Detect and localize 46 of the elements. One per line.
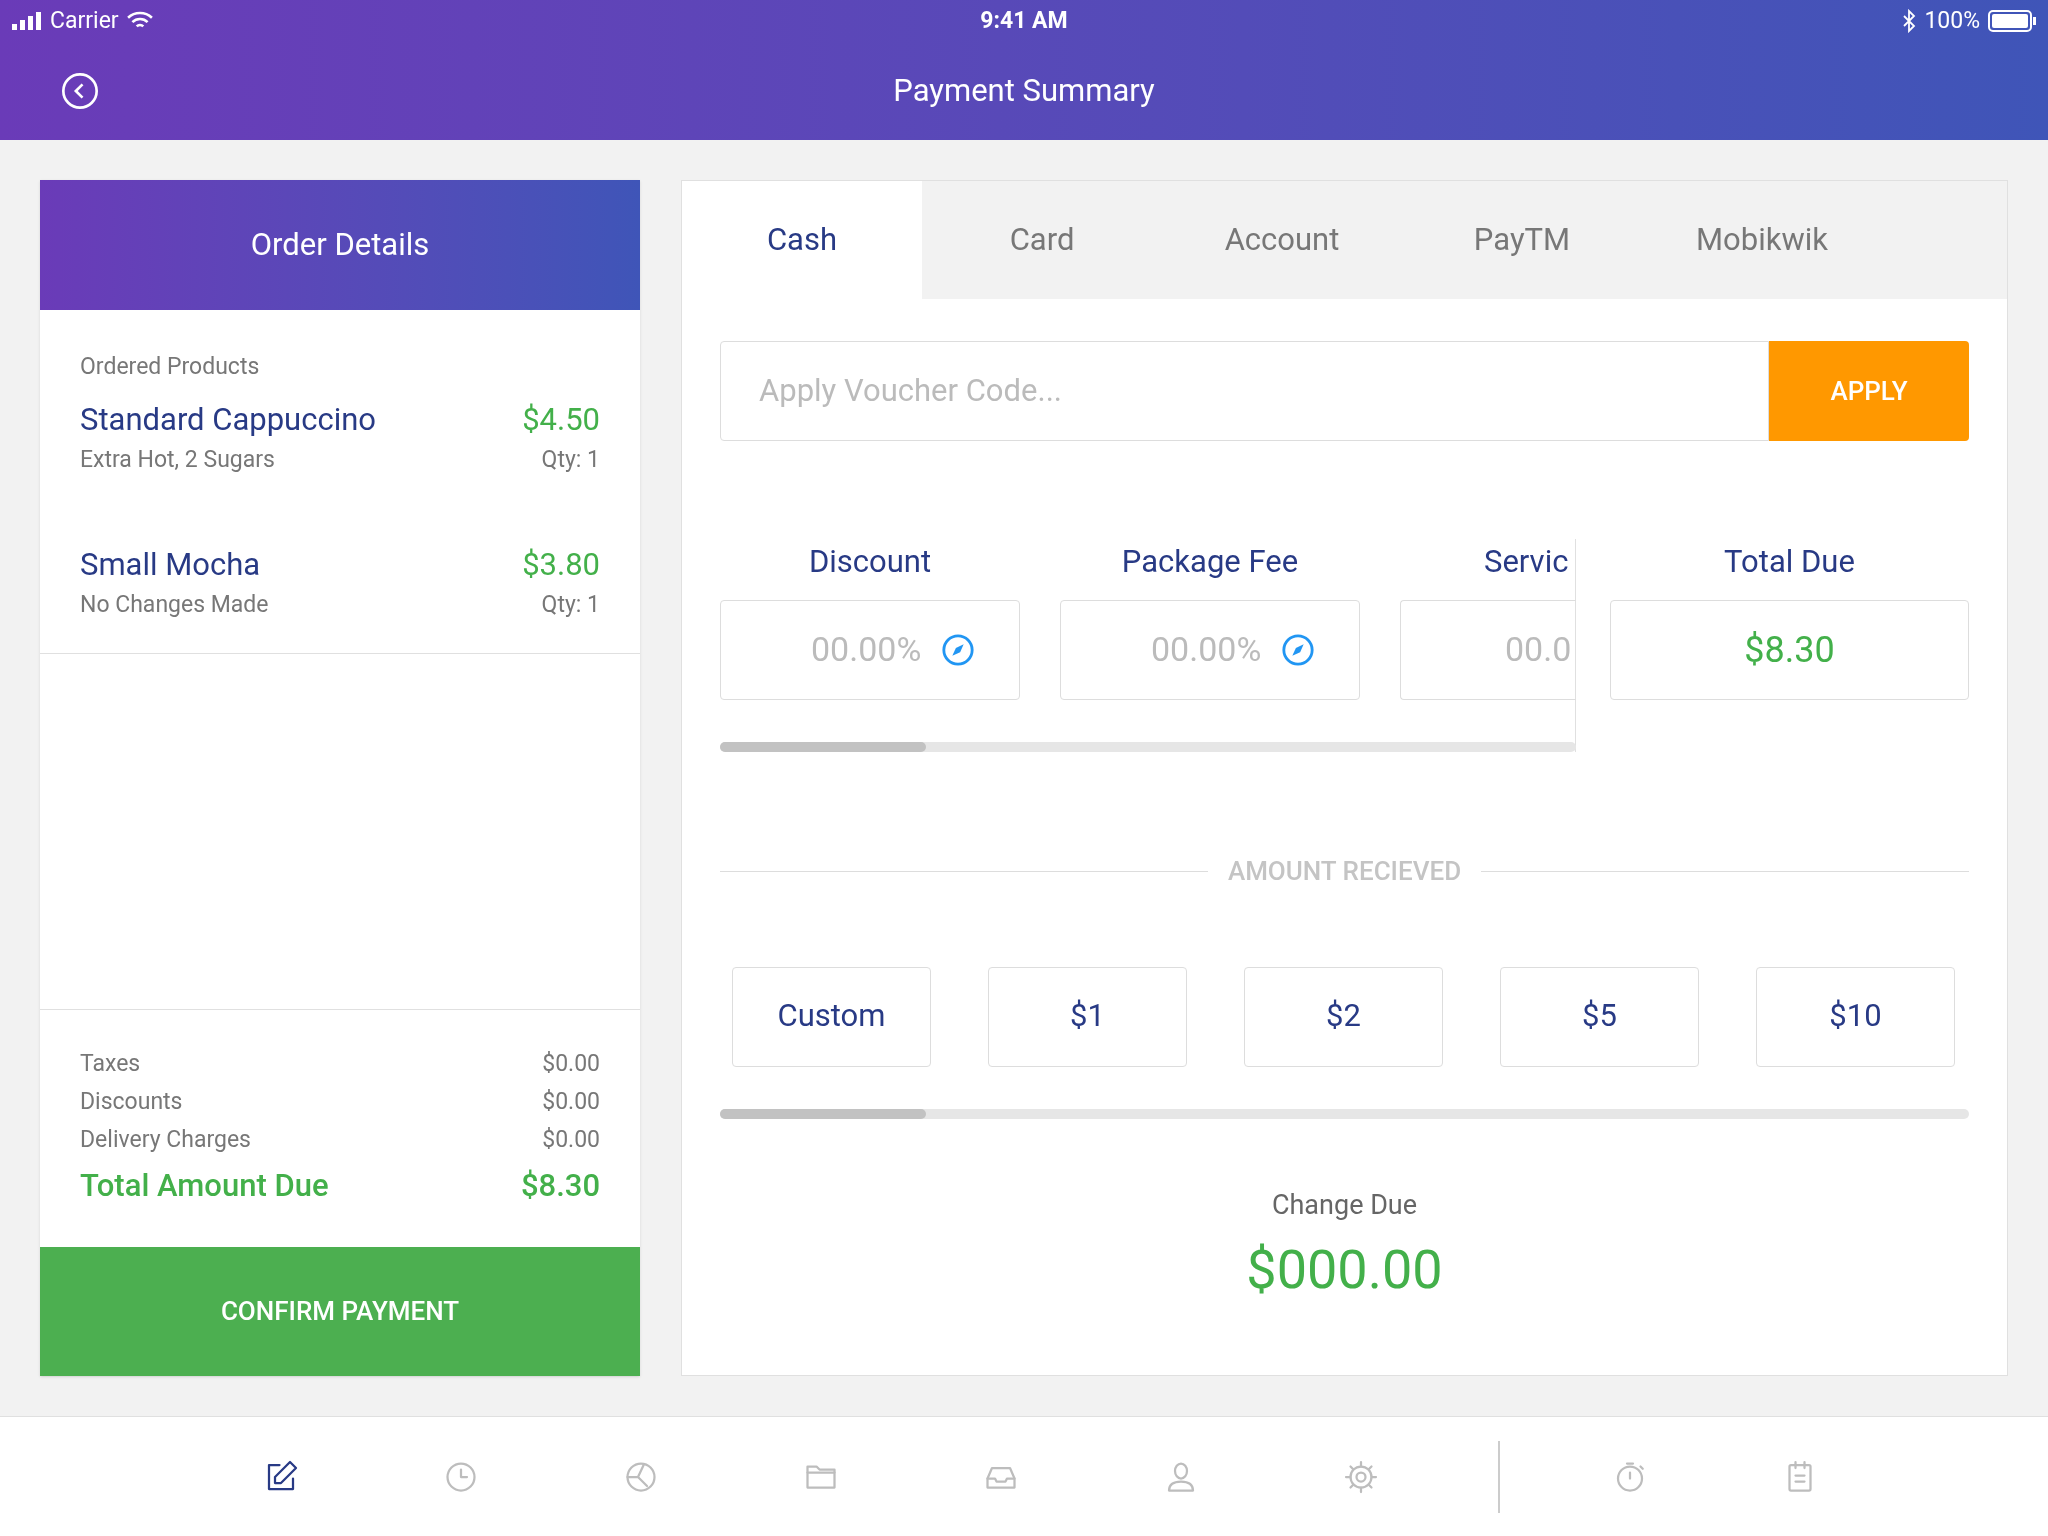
- amount-option-button[interactable]: $2: [1244, 966, 1443, 1067]
- fee-label: Discount: [808, 542, 932, 582]
- amount-option-button[interactable]: Custom: [732, 966, 931, 1067]
- status-time: 9:41 AM: [980, 5, 1068, 36]
- summary-label: Delivery Charges: [80, 1124, 251, 1155]
- product-quantity: Qty: 1: [541, 445, 600, 475]
- total-due-value: $8.30: [1610, 599, 1969, 700]
- product-name: Standard Cappuccino: [80, 399, 376, 440]
- summary-label: Discounts: [80, 1086, 183, 1117]
- change-due-value: $000.00: [1246, 1237, 1443, 1303]
- amount-option-button[interactable]: $5: [1500, 966, 1699, 1067]
- product-name: Small Mocha: [80, 544, 261, 585]
- section-label: Ordered Products: [80, 352, 261, 382]
- summary-value: $0.00: [542, 1086, 600, 1117]
- page-title: Payment Summary: [893, 70, 1155, 111]
- payment-tab[interactable]: Cash: [682, 181, 922, 299]
- battery-icon: [1988, 10, 2036, 32]
- fee-label: Package Fee: [1121, 542, 1299, 582]
- voucher-field[interactable]: Apply Voucher Code...: [720, 341, 1769, 441]
- back-button[interactable]: [60, 71, 100, 111]
- bluetooth-icon: [1902, 9, 1917, 33]
- amount-option-button[interactable]: $1: [988, 966, 1187, 1067]
- total-value: $8.30: [520, 1165, 600, 1206]
- confirm-payment-button[interactable]: CONFIRM PAYMENT: [40, 1247, 640, 1376]
- apply-button[interactable]: APPLY: [1769, 341, 1969, 441]
- order-title: Order Details: [250, 224, 430, 265]
- amount-received-heading: AMOUNT RECIEVED: [1227, 854, 1462, 888]
- fee-label: Servic: [1483, 542, 1569, 582]
- summary-value: $0.00: [542, 1124, 600, 1155]
- summary-value: $0.00: [542, 1048, 600, 1079]
- product-price: $3.80: [522, 544, 600, 585]
- product-note: No Changes Made: [80, 590, 269, 620]
- product-note: Extra Hot, 2 Sugars: [80, 445, 275, 475]
- total-label: Total Amount Due: [80, 1165, 329, 1206]
- battery-percent: 100%: [1924, 5, 1980, 36]
- change-due-label: Change Due: [1271, 1187, 1418, 1223]
- total-due-label: Total Due: [1724, 542, 1855, 582]
- signal-icon: [12, 12, 42, 30]
- compass-icon: [1281, 632, 1316, 667]
- product-quantity: Qty: 1: [541, 590, 600, 620]
- compass-icon: [941, 632, 976, 667]
- summary-label: Taxes: [80, 1048, 141, 1079]
- product-price: $4.50: [522, 399, 600, 440]
- amount-option-button[interactable]: $10: [1756, 966, 1955, 1067]
- carrier-label: Carrier: [50, 5, 119, 36]
- settings-icon: [1343, 1458, 1379, 1495]
